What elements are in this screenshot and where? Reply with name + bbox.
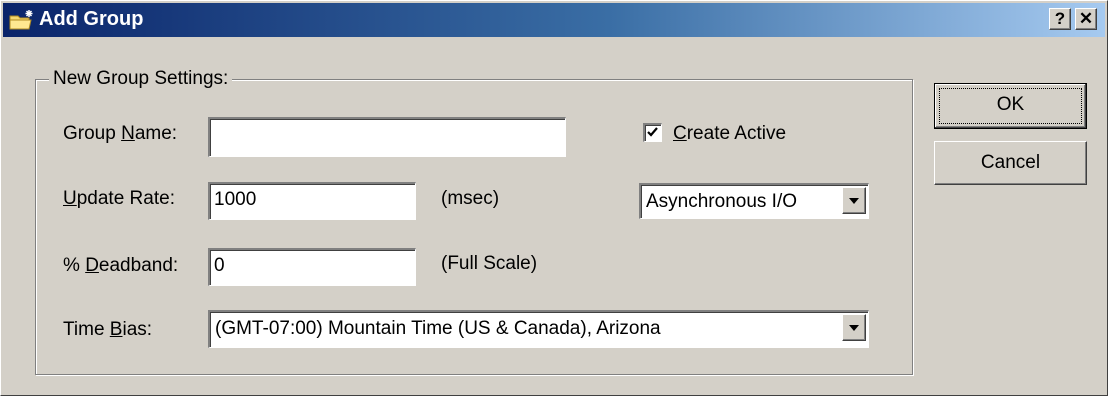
time-bias-select[interactable]: (GMT-07:00) Mountain Time (US & Canada),… xyxy=(208,310,869,348)
cancel-button[interactable]: Cancel xyxy=(934,141,1087,185)
deadband-label: % Deadband: xyxy=(63,255,179,276)
ok-button-label: OK xyxy=(996,94,1025,115)
deadband-unit: (Full Scale) xyxy=(441,253,538,274)
deadband-input[interactable]: 0 xyxy=(208,248,416,286)
close-button[interactable]: ✕ xyxy=(1075,8,1097,30)
ok-button[interactable]: OK xyxy=(934,83,1087,129)
chevron-down-icon[interactable] xyxy=(842,187,866,214)
window-title: Add Group xyxy=(39,8,144,30)
cancel-button-label: Cancel xyxy=(980,152,1041,173)
checkmark-icon xyxy=(647,127,658,137)
chevron-down-icon[interactable] xyxy=(842,314,866,341)
update-rate-input[interactable]: 1000 xyxy=(208,182,416,220)
update-rate-label: Update Rate: xyxy=(63,188,175,209)
create-active-label[interactable]: Create Active xyxy=(673,123,786,145)
group-box-legend: New Group Settings: xyxy=(49,68,233,90)
group-name-input[interactable] xyxy=(208,117,566,157)
update-rate-unit: (msec) xyxy=(441,188,500,209)
help-button[interactable]: ? xyxy=(1049,8,1071,30)
add-group-dialog: Add Group ? ✕ New Group Settings: Group … xyxy=(0,0,1108,396)
io-mode-value: Asynchronous I/O xyxy=(646,191,798,212)
title-bar[interactable]: Add Group ? ✕ xyxy=(3,3,1105,37)
create-active-checkbox[interactable] xyxy=(643,123,662,142)
group-name-label: Group Name: xyxy=(63,123,178,144)
time-bias-label: Time Bias: xyxy=(63,319,153,340)
folder-new-icon xyxy=(9,10,33,30)
time-bias-value: (GMT-07:00) Mountain Time (US & Canada),… xyxy=(215,318,661,339)
io-mode-select[interactable]: Asynchronous I/O xyxy=(639,183,869,219)
